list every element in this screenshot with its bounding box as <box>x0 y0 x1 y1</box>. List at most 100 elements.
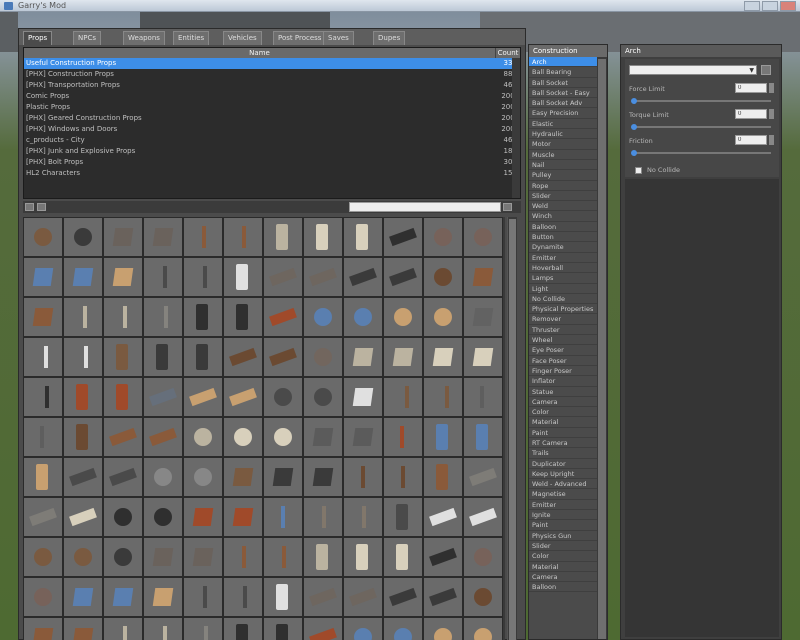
prop-thumbnail[interactable] <box>143 457 183 497</box>
category-item[interactable]: Finger Poser <box>529 366 607 377</box>
prop-thumbnail[interactable] <box>263 257 303 297</box>
prop-thumbnail[interactable] <box>143 337 183 377</box>
category-item[interactable]: Remover <box>529 314 607 325</box>
category-item[interactable]: No Collide <box>529 294 607 305</box>
prop-thumbnail[interactable] <box>63 217 103 257</box>
prop-thumbnail[interactable] <box>183 617 223 640</box>
prop-thumbnail[interactable] <box>343 537 383 577</box>
category-item[interactable]: Balloon <box>529 222 607 233</box>
prop-thumbnail[interactable] <box>383 497 423 537</box>
prop-thumbnail[interactable] <box>23 497 63 537</box>
prop-thumbnail[interactable] <box>183 537 223 577</box>
prop-thumbnail[interactable] <box>23 537 63 577</box>
prop-thumbnail[interactable] <box>223 417 263 457</box>
prop-thumbnail[interactable] <box>463 297 503 337</box>
no-collide-checkbox[interactable] <box>635 167 642 174</box>
prop-thumbnail[interactable] <box>343 297 383 337</box>
list-row[interactable]: [PHX] Construction Props 88 <box>24 69 520 80</box>
torque-limit-slider-knob[interactable] <box>631 124 637 130</box>
prop-thumbnail[interactable] <box>383 457 423 497</box>
category-item[interactable]: Eye Poser <box>529 345 607 356</box>
prop-thumbnail[interactable] <box>143 377 183 417</box>
category-item[interactable]: Pulley <box>529 170 607 181</box>
prop-thumbnail[interactable] <box>63 297 103 337</box>
category-item[interactable]: Material <box>529 417 607 428</box>
column-header-name[interactable]: Name <box>24 48 496 58</box>
prop-thumbnail[interactable] <box>343 217 383 257</box>
prop-thumbnail[interactable] <box>63 577 103 617</box>
category-item[interactable]: Slider <box>529 541 607 552</box>
category-item[interactable]: Slider <box>529 191 607 202</box>
category-item[interactable]: Ball Socket Adv <box>529 98 607 109</box>
prop-thumbnail[interactable] <box>383 337 423 377</box>
prop-thumbnail[interactable] <box>383 417 423 457</box>
prop-thumbnail[interactable] <box>343 497 383 537</box>
prop-thumbnail[interactable] <box>143 297 183 337</box>
tab-dupes[interactable]: Dupes <box>373 31 406 45</box>
category-item[interactable]: Emitter <box>529 500 607 511</box>
column-header-count[interactable]: Count <box>496 48 520 58</box>
prop-thumbnail[interactable] <box>303 537 343 577</box>
list-row[interactable]: [PHX] Windows and Doors 200 <box>24 124 520 135</box>
prop-thumbnail[interactable] <box>343 457 383 497</box>
tab-entities[interactable]: Entities <box>173 31 210 45</box>
category-item[interactable]: Duplicator <box>529 459 607 469</box>
prop-thumbnail[interactable] <box>143 417 183 457</box>
prop-thumbnail[interactable] <box>23 417 63 457</box>
tab-props[interactable]: Props <box>23 31 53 45</box>
prop-thumbnail[interactable] <box>463 257 503 297</box>
prop-thumbnail[interactable] <box>263 497 303 537</box>
tab-saves[interactable]: Saves <box>323 31 354 45</box>
category-item[interactable]: Ball Socket - Easy <box>529 88 607 99</box>
category-item[interactable]: Magnetise <box>529 489 607 500</box>
prop-thumbnail[interactable] <box>223 577 263 617</box>
tab-vehicles[interactable]: Vehicles <box>223 31 262 45</box>
prop-thumbnail[interactable] <box>23 217 63 257</box>
prop-thumbnail[interactable] <box>343 417 383 457</box>
close-button[interactable] <box>780 1 796 11</box>
category-scrollbar[interactable] <box>597 57 607 639</box>
category-item[interactable]: Wheel <box>529 335 607 346</box>
prop-thumbnail[interactable] <box>23 297 63 337</box>
category-item[interactable]: Face Poser <box>529 356 607 366</box>
prop-thumbnail[interactable] <box>103 337 143 377</box>
tab-post-process[interactable]: Post Process <box>273 31 327 45</box>
prop-thumbnail[interactable] <box>143 577 183 617</box>
list-row[interactable]: HL2 Characters 15 <box>24 168 520 179</box>
prop-thumbnail[interactable] <box>143 217 183 257</box>
prop-thumbnail[interactable] <box>263 217 303 257</box>
category-item[interactable]: Thruster <box>529 325 607 336</box>
prop-thumbnail[interactable] <box>423 617 463 640</box>
prop-thumbnail[interactable] <box>263 337 303 377</box>
prop-thumbnail[interactable] <box>263 417 303 457</box>
prop-thumbnail[interactable] <box>343 377 383 417</box>
view-toggle-icon[interactable] <box>37 203 46 211</box>
prop-thumbnail[interactable] <box>103 457 143 497</box>
prop-thumbnail[interactable] <box>463 417 503 457</box>
preset-add-button[interactable] <box>761 65 771 75</box>
prop-thumbnail[interactable] <box>383 257 423 297</box>
maximize-button[interactable] <box>762 1 778 11</box>
category-item[interactable]: Keep Upright <box>529 469 607 480</box>
prop-thumbnail[interactable] <box>23 457 63 497</box>
category-item[interactable]: Easy Precision <box>529 108 607 119</box>
list-row[interactable]: Comic Props 200 <box>24 91 520 102</box>
category-item[interactable]: Physical Properties <box>529 304 607 315</box>
list-row[interactable]: [PHX] Transportation Props 46 <box>24 80 520 91</box>
category-item[interactable]: Paint <box>529 428 607 438</box>
list-row[interactable]: Useful Construction Props 33 <box>24 58 520 69</box>
torque-limit-field[interactable] <box>735 109 767 119</box>
prop-thumbnail[interactable] <box>303 257 343 297</box>
prop-thumbnail[interactable] <box>143 497 183 537</box>
prop-thumbnail[interactable] <box>183 377 223 417</box>
force-limit-slider-knob[interactable] <box>631 98 637 104</box>
prop-thumbnail[interactable] <box>263 577 303 617</box>
grid-scrollbar[interactable] <box>507 217 517 640</box>
category-item[interactable]: Balloon <box>529 582 607 593</box>
category-item[interactable]: Ball Bearing <box>529 67 607 78</box>
prop-thumbnail[interactable] <box>23 577 63 617</box>
category-item[interactable]: Ignite <box>529 510 607 521</box>
prop-thumbnail[interactable] <box>23 617 63 640</box>
prop-thumbnail[interactable] <box>63 417 103 457</box>
prop-thumbnail[interactable] <box>103 617 143 640</box>
